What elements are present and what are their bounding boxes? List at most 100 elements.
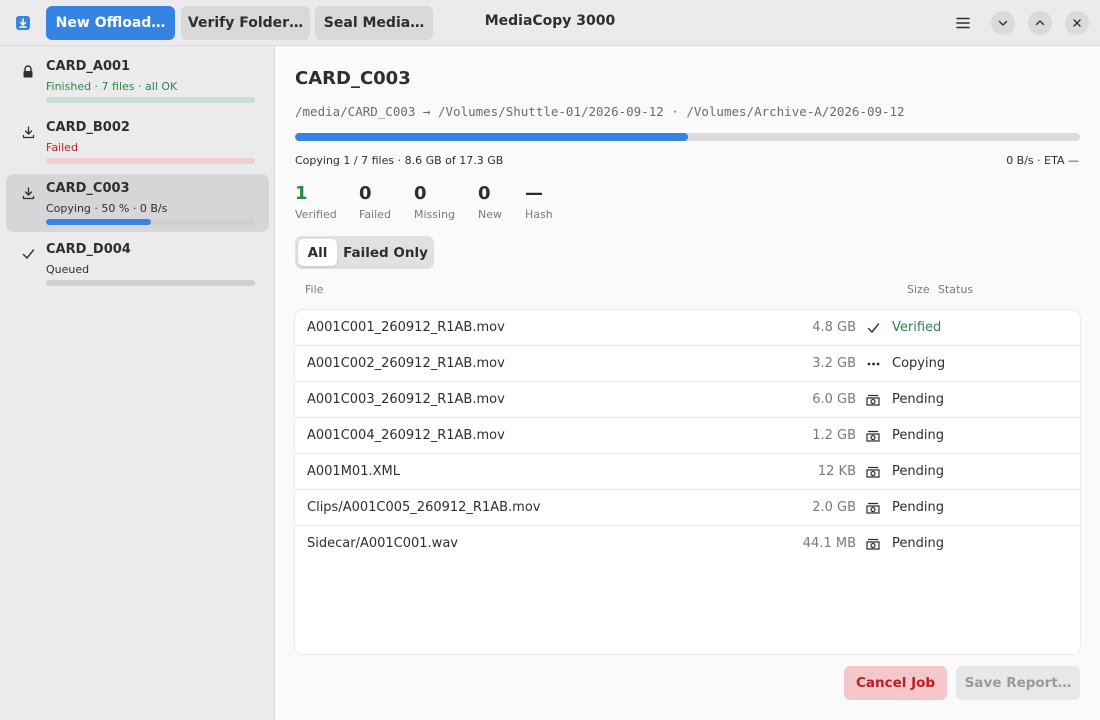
close-button[interactable]: [1065, 11, 1089, 35]
drive-icon: [865, 500, 881, 516]
card-status: Copying · 50 % · 0 B/s: [46, 202, 168, 215]
drive-icon: [865, 536, 881, 552]
card-progress-bar: [46, 158, 255, 164]
stat-verified: 1 Verified: [295, 183, 337, 221]
drive-icon: [865, 392, 881, 408]
job-detail-pane: CARD_C003 /media/CARD_C003 → /Volumes/Sh…: [276, 46, 1100, 720]
file-name: A001C003_260912_R1AB.mov: [307, 392, 505, 407]
hamburger-menu-icon: [956, 17, 970, 29]
check-icon: [865, 320, 881, 336]
stat-label: Missing: [414, 208, 456, 221]
table-row[interactable]: Clips/A001C005_260912_R1AB.mov 2.0 GB Pe…: [295, 490, 1080, 526]
offload-icon-button[interactable]: [10, 10, 36, 36]
file-size: 3.2 GB: [812, 356, 856, 371]
chevron-up-icon: [1035, 20, 1045, 26]
file-size: 4.8 GB: [812, 320, 856, 335]
card-name: CARD_C003: [46, 181, 130, 196]
minimize-button[interactable]: [991, 11, 1015, 35]
file-size: 2.0 GB: [812, 500, 856, 515]
sidebar-item-card-d004[interactable]: CARD_D004 Queued: [6, 235, 269, 293]
stat-value: 0: [478, 183, 491, 204]
check-icon: [20, 246, 36, 262]
file-name: A001C001_260912_R1AB.mov: [307, 320, 505, 335]
seal-media-button[interactable]: Seal Media…: [315, 6, 433, 40]
file-size: 6.0 GB: [812, 392, 856, 407]
column-header-size[interactable]: Size: [907, 283, 930, 296]
file-size: 12 KB: [817, 464, 856, 479]
stat-label: Verified: [295, 208, 337, 221]
stat-value: 1: [295, 183, 308, 204]
file-name: Clips/A001C005_260912_R1AB.mov: [307, 500, 541, 515]
download-icon: [16, 16, 30, 30]
stat-label: Hash: [525, 208, 553, 221]
verify-folder-button[interactable]: Verify Folder…: [181, 6, 310, 40]
stat-missing: 0 Missing: [414, 183, 455, 221]
sidebar-item-card-b002[interactable]: CARD_B002 Failed: [6, 113, 269, 171]
card-status: Failed: [46, 141, 78, 154]
ellipsis-icon: [865, 356, 881, 372]
stat-value: —: [525, 183, 543, 204]
card-name: CARD_B002: [46, 120, 130, 135]
filter-toggle-group: All Failed Only: [295, 236, 434, 269]
file-status: Copying: [892, 356, 946, 371]
drive-icon: [865, 464, 881, 480]
page-title: CARD_C003: [295, 68, 411, 89]
column-header-status[interactable]: Status: [938, 283, 973, 296]
table-row[interactable]: A001C004_260912_R1AB.mov 1.2 GB Pending: [295, 418, 1080, 454]
table-row[interactable]: A001C001_260912_R1AB.mov 4.8 GB Verified: [295, 310, 1080, 346]
stat-new: 0 New: [478, 183, 502, 221]
file-status: Pending: [892, 500, 944, 515]
table-row[interactable]: A001C002_260912_R1AB.mov 3.2 GB Copying: [295, 346, 1080, 382]
card-name: CARD_A001: [46, 59, 131, 74]
file-status: Pending: [892, 536, 944, 551]
file-list: A001C001_260912_R1AB.mov 4.8 GB Verified…: [295, 310, 1080, 654]
header-bar: New Offload… Verify Folder… Seal Media… …: [0, 0, 1100, 46]
stat-failed: 0 Failed: [359, 183, 391, 221]
job-progress-bar: [295, 133, 1080, 141]
card-name: CARD_D004: [46, 242, 131, 257]
cancel-job-button[interactable]: Cancel Job: [844, 666, 947, 700]
file-name: A001M01.XML: [307, 464, 400, 479]
stat-value: 0: [414, 183, 427, 204]
chevron-down-icon: [998, 20, 1008, 26]
file-status: Pending: [892, 392, 944, 407]
file-status: Pending: [892, 464, 944, 479]
stat-label: Failed: [359, 208, 391, 221]
job-path: /media/CARD_C003 → /Volumes/Shuttle-01/2…: [295, 104, 905, 119]
stat-hash: — Hash: [525, 183, 553, 221]
maximize-button[interactable]: [1028, 11, 1052, 35]
sidebar-item-card-c003[interactable]: CARD_C003 Copying · 50 % · 0 B/s: [6, 174, 269, 232]
lock-icon: [20, 63, 36, 79]
drive-icon: [865, 428, 881, 444]
card-status: Queued: [46, 263, 90, 276]
stat-value: 0: [359, 183, 372, 204]
table-row[interactable]: Sidecar/A001C001.wav 44.1 MB Pending: [295, 526, 1080, 562]
card-progress-bar: [46, 219, 255, 225]
file-name: A001C004_260912_R1AB.mov: [307, 428, 505, 443]
filter-all-button[interactable]: All: [298, 239, 337, 266]
main-menu-button[interactable]: [948, 8, 978, 38]
job-speed-eta: 0 B/s · ETA —: [1006, 154, 1079, 167]
table-row[interactable]: A001M01.XML 12 KB Pending: [295, 454, 1080, 490]
file-size: 44.1 MB: [802, 536, 856, 551]
card-progress-bar: [46, 280, 255, 286]
sidebar-item-card-a001[interactable]: CARD_A001 Finished · 7 files · all OK: [6, 52, 269, 110]
download-icon: [20, 185, 36, 201]
table-row[interactable]: A001C003_260912_R1AB.mov 6.0 GB Pending: [295, 382, 1080, 418]
close-icon: [1073, 19, 1081, 27]
filter-failed-only-button[interactable]: Failed Only: [341, 239, 430, 266]
file-status: Pending: [892, 428, 944, 443]
new-offload-button[interactable]: New Offload…: [46, 6, 175, 40]
card-sidebar: CARD_A001 Finished · 7 files · all OK CA…: [0, 46, 275, 720]
save-report-button[interactable]: Save Report…: [956, 666, 1080, 700]
job-progress-text: Copying 1 / 7 files · 8.6 GB of 17.3 GB: [295, 154, 504, 167]
card-status: Finished · 7 files · all OK: [46, 80, 178, 93]
file-size: 1.2 GB: [812, 428, 856, 443]
column-header-file[interactable]: File: [305, 283, 323, 296]
file-status: Verified: [892, 320, 942, 335]
download-icon: [20, 124, 36, 140]
card-progress-bar: [46, 97, 255, 103]
file-name: Sidecar/A001C001.wav: [307, 536, 458, 551]
stat-label: New: [478, 208, 502, 221]
window-title: MediaCopy 3000: [484, 13, 616, 29]
